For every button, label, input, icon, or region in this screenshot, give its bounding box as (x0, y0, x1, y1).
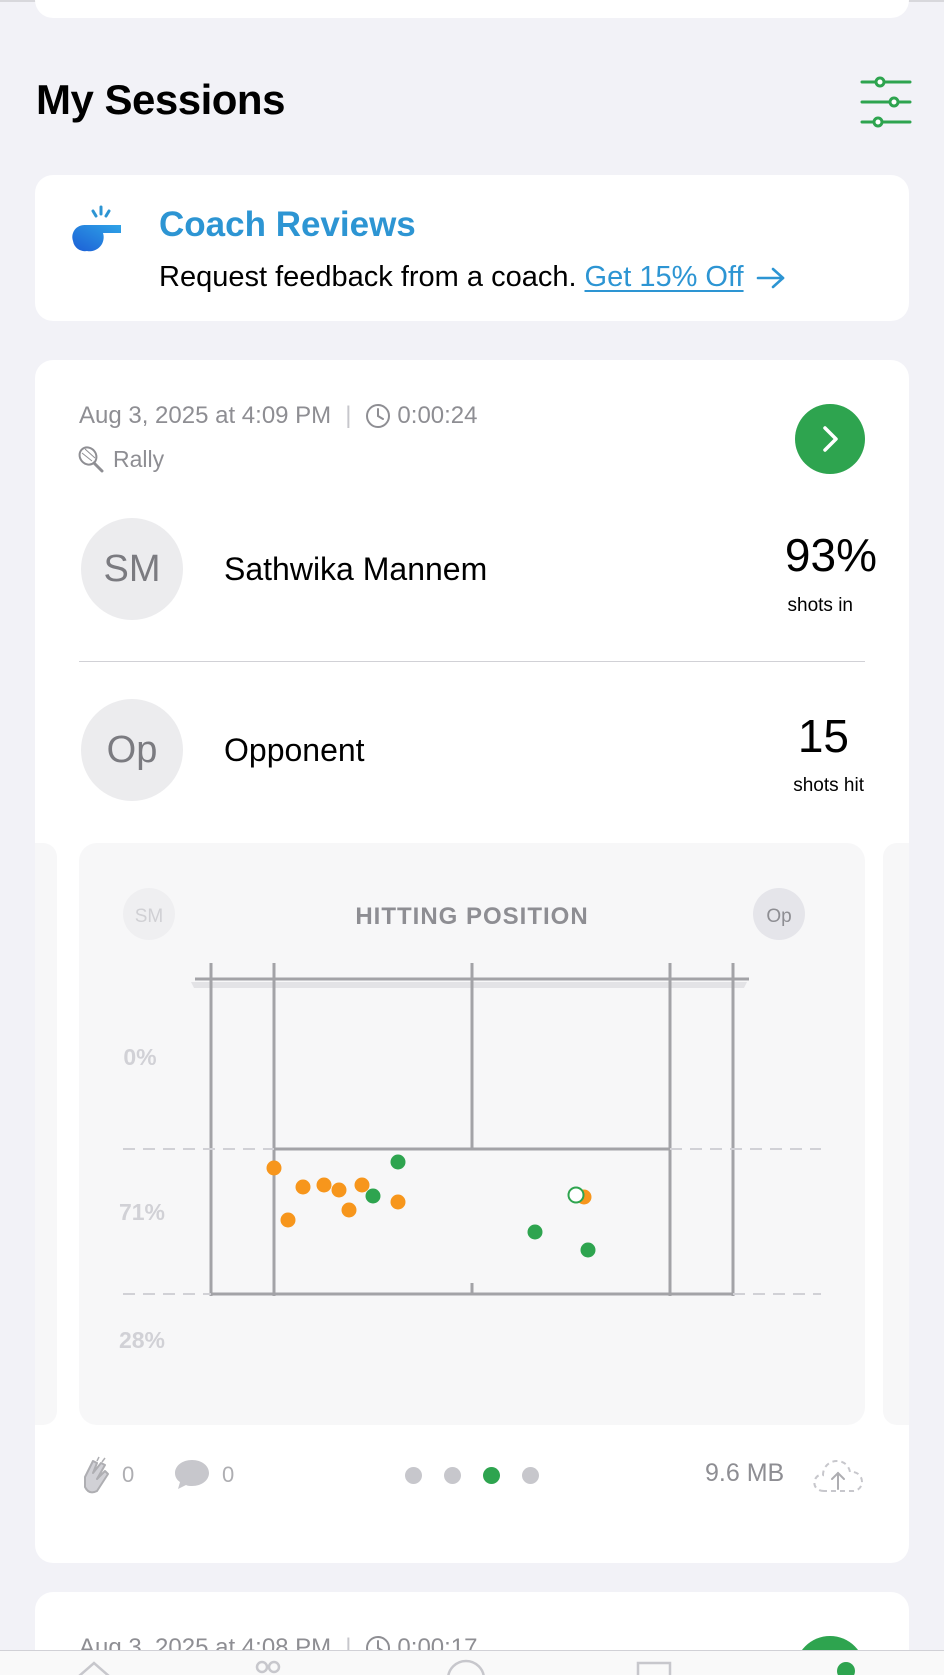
orange-dot (390, 1194, 406, 1210)
coach-subtitle: Request feedback from a coach. (159, 261, 577, 293)
row-divider (79, 661, 865, 662)
green-ring (567, 1186, 585, 1204)
court-chart-svg: SM Op HITTING POSITION 0% 71% 28% (119, 888, 821, 1353)
arrow-right-icon[interactable] (756, 266, 786, 290)
orange-dot (295, 1179, 311, 1195)
orange-dot (331, 1182, 347, 1198)
comment-icon[interactable] (173, 1457, 211, 1491)
whistle-icon (72, 205, 121, 252)
orange-dot (341, 1202, 357, 1218)
session-meta: Aug 3, 2025 at 4:09 PM | 0:00:24 (79, 402, 478, 430)
session-date: Aug 3, 2025 at 4:09 PM (79, 402, 332, 429)
green-dot (365, 1188, 381, 1204)
comment-count: 0 (222, 1462, 235, 1487)
clap-icon[interactable] (79, 1455, 113, 1495)
profile-icon[interactable] (834, 1657, 874, 1675)
page-dot[interactable] (405, 1467, 422, 1484)
coach-title: Coach Reviews (159, 205, 416, 244)
orange-dot (316, 1177, 332, 1193)
chart-badge-op-text: Op (766, 906, 791, 927)
orange-dot (354, 1177, 370, 1193)
green-dot (580, 1242, 596, 1258)
cloud-upload-icon[interactable] (810, 1453, 866, 1497)
people-icon[interactable] (248, 1657, 288, 1675)
player-stat-value: 93% (784, 529, 877, 581)
previous-chart-panel[interactable] (35, 843, 57, 1425)
avatar[interactable]: Op (81, 699, 183, 801)
player-stat-label: shots in (787, 595, 853, 616)
avatar[interactable]: SM (81, 518, 183, 620)
ball-icon[interactable] (446, 1657, 486, 1675)
mode-label: Rally (113, 445, 165, 472)
court-lines (195, 963, 749, 1296)
session-card[interactable]: Aug 3, 2025 at 4:09 PM | 0:00:24 Rally S… (35, 360, 909, 1563)
orange-dot (280, 1212, 296, 1228)
clap-count: 0 (122, 1462, 135, 1487)
chart-title: HITTING POSITION (355, 903, 588, 930)
orange-dot (266, 1160, 282, 1176)
next-chart-panel[interactable] (883, 843, 909, 1425)
filter-button[interactable] (858, 74, 914, 130)
shot-points (266, 1154, 596, 1258)
open-session-button[interactable] (795, 404, 865, 474)
player-name: Sathwika Mannem (224, 551, 488, 587)
page-indicator[interactable] (405, 1467, 539, 1484)
page-title: My Sessions (36, 76, 285, 123)
green-dot (527, 1224, 543, 1240)
session-mode: Rally (77, 445, 164, 473)
sliders-icon (860, 76, 912, 128)
page-dot[interactable] (444, 1467, 461, 1484)
page-dot[interactable] (522, 1467, 539, 1484)
zone-label: 71% (119, 1199, 165, 1225)
previous-card-edge (35, 0, 909, 18)
chevron-right-icon (823, 426, 838, 452)
green-dot (390, 1154, 406, 1170)
chart-badge-sm-text: SM (135, 906, 164, 927)
session-duration: 0:00:24 (397, 402, 478, 429)
discount-link[interactable]: Get 15% Off (585, 261, 744, 293)
clock-icon (366, 404, 391, 428)
session-footer: 0 0 9.6 MB (35, 1445, 909, 1505)
zone-label: 0% (123, 1044, 156, 1070)
page-dot-active[interactable] (483, 1467, 500, 1484)
hitting-position-chart[interactable]: SM Op HITTING POSITION 0% 71% 28% (79, 843, 865, 1425)
tab-bar (0, 1650, 944, 1675)
coach-reviews-card[interactable]: Coach Reviews Request feedback from a co… (35, 175, 909, 321)
racket-icon (78, 446, 104, 473)
opponent-name: Opponent (224, 732, 365, 768)
inbox-icon[interactable] (634, 1657, 674, 1675)
opponent-stat-label: shots hit (793, 775, 864, 796)
home-icon[interactable] (74, 1657, 114, 1675)
meta-separator: | (345, 402, 352, 429)
file-size: 9.6 MB (705, 1459, 785, 1487)
opponent-stat-value: 15 (797, 710, 849, 762)
zone-dividers (123, 1148, 821, 1295)
coach-subtitle-row: Request feedback from a coach. Get 15% Of… (159, 261, 786, 294)
zone-label: 28% (119, 1327, 165, 1353)
